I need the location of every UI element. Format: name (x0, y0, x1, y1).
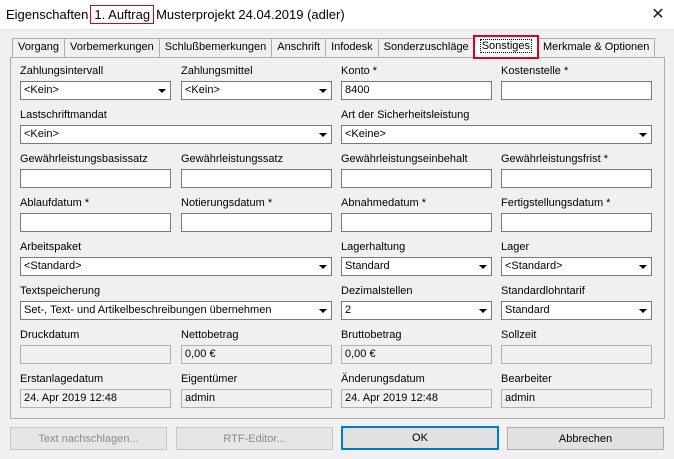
chevron-down-icon[interactable] (315, 83, 330, 98)
bruttobetrag-field: 0,00 € (341, 345, 492, 364)
lagerhaltung-label: Lagerhaltung (341, 241, 406, 253)
lastschriftmandat-label: Lastschriftmandat (20, 109, 107, 121)
sicherheitsleistung-label: Art der Sicherheitsleistung (341, 109, 470, 121)
eigentuemer-label: Eigentümer (181, 373, 238, 385)
notierungsdatum-input[interactable] (181, 213, 332, 232)
fertigstellungsdatum-label: Fertigstellungsdatum * (501, 197, 611, 209)
nettobetrag-label: Nettobetrag (181, 329, 239, 341)
zahlungsintervall-label: Zahlungsintervall (20, 65, 104, 77)
tab-anschrift[interactable]: Anschrift (271, 38, 327, 57)
chevron-down-icon[interactable] (635, 127, 650, 142)
chevron-down-icon[interactable] (315, 259, 330, 274)
arbeitspaket-select[interactable]: <Standard> (20, 257, 332, 276)
title-highlight: 1. Auftrag (90, 5, 155, 24)
zahlungsmittel-label: Zahlungsmittel (181, 65, 253, 77)
erstanlagedatum-label: Erstanlagedatum (20, 373, 104, 385)
tab-vorgang[interactable]: Vorgang (12, 38, 65, 57)
sollzeit-label: Sollzeit (501, 329, 537, 341)
close-button[interactable]: ✕ (642, 0, 674, 28)
abbrechen-button[interactable]: Abbrechen (507, 427, 664, 450)
dezimalstellen-select[interactable]: 2 (341, 301, 492, 320)
tab-vorbemerkungen[interactable]: Vorbemerkungen (63, 38, 160, 57)
standardlohntarif-select[interactable]: Standard (501, 301, 652, 320)
tab-merkmale-optionen[interactable]: Merkmale & Optionen (537, 38, 656, 57)
sollzeit-field (501, 345, 652, 364)
kostenstelle-input[interactable] (501, 81, 652, 100)
title-bar: Eigenschaften 1. Auftrag Musterprojekt 2… (0, 0, 674, 30)
kostenstelle-label: Kostenstelle * (501, 65, 569, 77)
chevron-down-icon[interactable] (475, 303, 490, 318)
ok-button[interactable]: OK (341, 426, 499, 450)
bearbeiter-field: admin (501, 389, 652, 408)
tab-schlussbemerkungen[interactable]: Schlußbemerkungen (158, 38, 273, 57)
gl-frist-input[interactable] (501, 169, 652, 188)
tab-sonderzuschlaege[interactable]: Sonderzuschläge (377, 38, 475, 57)
aenderungsdatum-field: 24. Apr 2019 12:48 (341, 389, 492, 408)
abnahmedatum-label: Abnahmedatum * (341, 197, 426, 209)
lagerhaltung-select[interactable]: Standard (341, 257, 492, 276)
gl-satz-label: Gewährleistungssatz (181, 153, 284, 165)
bearbeiter-label: Bearbeiter (501, 373, 552, 385)
notierungsdatum-label: Notierungsdatum * (181, 197, 273, 209)
bruttobetrag-label: Bruttobetrag (341, 329, 402, 341)
sicherheitsleistung-select[interactable]: <Keine> (341, 125, 652, 144)
druckdatum-label: Druckdatum (20, 329, 80, 341)
gl-einbehalt-input[interactable] (341, 169, 492, 188)
tab-infodesk[interactable]: Infodesk (325, 38, 379, 57)
tab-panel-sonstiges: Zahlungsintervall <Kein> Zahlungsmittel … (10, 57, 665, 419)
zahlungsintervall-select[interactable]: <Kein> (20, 81, 171, 100)
chevron-down-icon[interactable] (635, 259, 650, 274)
textspeicherung-select[interactable]: Set-, Text- und Artikelbeschreibungen üb… (20, 301, 332, 320)
title-prefix: Eigenschaften (6, 7, 89, 22)
close-icon: ✕ (651, 6, 665, 23)
lastschriftmandat-select[interactable]: <Kein> (20, 125, 332, 144)
gl-frist-label: Gewährleistungsfrist * (501, 153, 608, 165)
druckdatum-field (20, 345, 171, 364)
ablaufdatum-input[interactable] (20, 213, 171, 232)
tab-strip: Vorgang Vorbemerkungen Schlußbemerkungen… (12, 35, 656, 59)
gl-basissatz-label: Gewährleistungsbasissatz (20, 153, 148, 165)
nettobetrag-field: 0,00 € (181, 345, 332, 364)
standardlohntarif-label: Standardlohntarif (501, 285, 585, 297)
dezimalstellen-label: Dezimalstellen (341, 285, 413, 297)
chevron-down-icon[interactable] (315, 303, 330, 318)
chevron-down-icon[interactable] (475, 259, 490, 274)
title-suffix: Musterprojekt 24.04.2019 (adler) (156, 7, 345, 22)
window-title: Eigenschaften 1. Auftrag Musterprojekt 2… (6, 5, 345, 24)
zahlungsmittel-select[interactable]: <Kein> (181, 81, 332, 100)
lager-select[interactable]: <Standard> (501, 257, 652, 276)
chevron-down-icon[interactable] (635, 303, 650, 318)
arbeitspaket-label: Arbeitspaket (20, 241, 82, 253)
eigentuemer-field: admin (181, 389, 332, 408)
konto-input[interactable]: 8400 (341, 81, 492, 100)
konto-label: Konto * (341, 65, 378, 77)
aenderungsdatum-label: Änderungsdatum (341, 373, 425, 385)
gl-einbehalt-label: Gewährleistungseinbehalt (341, 153, 468, 165)
gl-basissatz-input[interactable] (20, 169, 171, 188)
text-nachschlagen-button[interactable]: Text nachschlagen... (10, 427, 167, 450)
tab-sonstiges[interactable]: Sonstiges (472, 35, 540, 59)
gl-satz-input[interactable] (181, 169, 332, 188)
fertigstellungsdatum-input[interactable] (501, 213, 652, 232)
erstanlagedatum-field: 24. Apr 2019 12:48 (20, 389, 171, 408)
textspeicherung-label: Textspeicherung (20, 285, 101, 297)
rtf-editor-button[interactable]: RTF-Editor... (176, 427, 333, 450)
chevron-down-icon[interactable] (154, 83, 169, 98)
abnahmedatum-input[interactable] (341, 213, 492, 232)
chevron-down-icon[interactable] (315, 127, 330, 142)
lager-label: Lager (501, 241, 530, 253)
ablaufdatum-label: Ablaufdatum * (20, 197, 90, 209)
